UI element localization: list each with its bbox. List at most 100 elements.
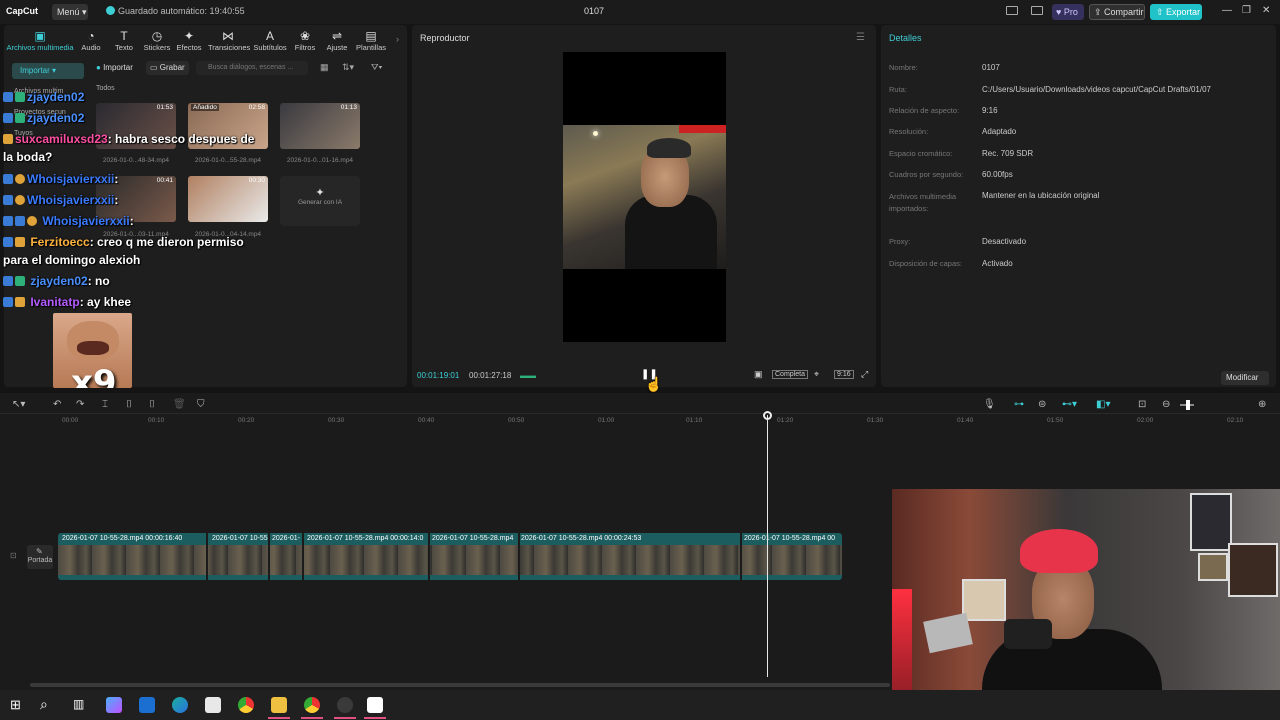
link-icon[interactable]: ⊶	[1014, 399, 1024, 410]
undo-icon[interactable]: ↶	[53, 399, 61, 410]
modify-button[interactable]: Modificar	[1221, 371, 1269, 385]
playhead[interactable]	[767, 415, 768, 677]
split-icon[interactable]: ⌶	[102, 399, 108, 410]
zoom-in-icon[interactable]: ⊕	[1258, 399, 1266, 410]
tab-text[interactable]: T Texto	[107, 29, 141, 52]
transition-icon: ⋈	[222, 29, 234, 43]
search-input[interactable]: Busca diálogos, escenas ...	[196, 61, 308, 75]
restore-icon[interactable]: ❐	[1242, 5, 1251, 16]
delete-icon[interactable]: 🗑	[173, 399, 186, 410]
side-import-button[interactable]: Importar ▾	[12, 63, 84, 79]
trim-left-icon[interactable]: ⌷	[126, 399, 132, 410]
chevron-right-icon[interactable]: ›	[396, 34, 399, 44]
generate-ai-button[interactable]: ✦ Generar con IA	[280, 176, 360, 226]
camera-icon: ▭	[150, 63, 158, 72]
badge-icon	[15, 113, 25, 123]
cover-button[interactable]: ✎ Portada	[27, 545, 53, 569]
menu-icon[interactable]: ☰	[856, 32, 865, 43]
zoom-out-icon[interactable]: ⊖	[1162, 399, 1170, 410]
badge-icon	[3, 237, 13, 247]
fullscreen-icon[interactable]: ⤢	[861, 369, 868, 380]
tab-subtitles[interactable]: A Subtítulos	[252, 29, 288, 52]
plus-icon: ●	[96, 63, 101, 72]
import-button[interactable]: ● Importar	[92, 61, 137, 75]
shoe-box	[923, 612, 973, 654]
quality-button[interactable]: Completa	[772, 370, 808, 379]
magnet-icon[interactable]: ⊜	[1038, 399, 1046, 410]
zoom-slider[interactable]	[1180, 400, 1194, 410]
clip-label[interactable]: 2026-01-	[272, 535, 300, 542]
pro-button[interactable]: ♥ Pro	[1052, 4, 1084, 20]
detail-label: Cuadros por segundo:	[889, 170, 964, 179]
shield-icon[interactable]: ⛉	[197, 399, 205, 410]
minimize-icon[interactable]: —	[1222, 5, 1232, 16]
tab-stickers[interactable]: ◷ Stickers	[140, 29, 174, 52]
search-icon[interactable]: ⌕	[40, 696, 48, 713]
layout-icon[interactable]	[1006, 6, 1018, 15]
store-icon[interactable]	[205, 697, 221, 713]
grid-view-icon[interactable]: ▦	[320, 62, 329, 73]
file-explorer-icon[interactable]	[271, 697, 287, 713]
text-icon: T	[120, 29, 128, 43]
outlook-icon[interactable]	[139, 697, 155, 713]
preview-axis-icon[interactable]: ◧▾	[1096, 399, 1110, 410]
tab-templates[interactable]: ▤ Plantillas	[354, 29, 388, 52]
chrome-icon[interactable]	[304, 697, 320, 713]
emote-text: x9	[71, 363, 117, 388]
media-thumbnail[interactable]: 00:30	[188, 176, 268, 222]
detail-label: Espacio cromático:	[889, 149, 953, 158]
snap-icon[interactable]: ⊷▾	[1062, 399, 1077, 410]
media-thumbnail[interactable]: 01:13	[280, 103, 360, 149]
sort-icon[interactable]: ⇅▾	[342, 62, 354, 73]
clip-label[interactable]: 2026-01-07 10-55-28.mp4 00:00:14:0	[307, 535, 423, 542]
clip-label[interactable]: 2026-01-07 10-55-28.mp4	[432, 535, 513, 542]
menu-button[interactable]: Menú ▾	[52, 4, 88, 20]
clip-label[interactable]: 2026-01-07 10-55-28.mp4 00	[744, 535, 835, 542]
obs-icon[interactable]	[337, 697, 353, 713]
document-title: 0107	[584, 6, 605, 16]
detail-value: Activado	[982, 259, 1013, 268]
tab-filters[interactable]: ❀ Filtros	[288, 29, 322, 52]
tab-media[interactable]: ▣ Archivos multimedia	[6, 29, 74, 52]
player-panel: Reproductor ☰ 00:01:19:01 00:01:27:18 ▬▬…	[412, 25, 876, 387]
filter-icon: ❀	[299, 29, 311, 43]
filter-all[interactable]: Todos	[96, 85, 115, 92]
close-icon[interactable]: ✕	[1262, 5, 1270, 16]
share-button[interactable]: ⇪ Compartir	[1089, 4, 1145, 20]
microphone-icon[interactable]: 🎙	[983, 399, 996, 410]
tab-transitions[interactable]: ⋈ Transiciones	[208, 29, 250, 52]
clip-label[interactable]: 2026-01-07 10-55	[212, 535, 268, 542]
detail-value: Rec. 709 SDR	[982, 149, 1034, 158]
crop-icon[interactable]: ▣	[754, 369, 763, 380]
export-button[interactable]: ⇧ Exportar	[1150, 4, 1202, 20]
chat-message: Whoisjavierxxii:	[3, 193, 118, 207]
edge-icon[interactable]	[172, 697, 188, 713]
video-preview[interactable]	[563, 52, 726, 342]
clip-label[interactable]: 2026-01-07 10-55-28.mp4 00:00:16:40	[62, 535, 182, 542]
video-track[interactable]: 2026-01-07 10-55-28.mp4 00:00:16:40 2026…	[58, 533, 842, 580]
record-button[interactable]: ▭ Grabar	[146, 61, 189, 75]
caption-icon[interactable]: ⊡	[1138, 399, 1146, 410]
app-logo: CapCut	[6, 6, 38, 16]
windows-start-icon[interactable]: ⊞	[10, 697, 21, 713]
trim-right-icon[interactable]: ⌷	[149, 399, 155, 410]
tab-adjust[interactable]: ⇌ Ajuste	[320, 29, 354, 52]
clip-label[interactable]: 2026-01-07 10-55-28.mp4 00:00:24:53	[521, 535, 641, 542]
shortcuts-icon[interactable]	[1031, 6, 1043, 15]
aspect-ratio-button[interactable]: 9:16	[834, 370, 854, 379]
capcut-icon[interactable]	[367, 697, 383, 713]
redo-icon[interactable]: ↷	[76, 399, 84, 410]
select-tool-icon[interactable]: ↖▾	[12, 399, 25, 410]
tab-audio[interactable]: ◔ Audio	[74, 29, 108, 52]
video-frame-image	[563, 125, 726, 269]
horizontal-scrollbar[interactable]	[30, 683, 890, 687]
task-view-icon[interactable]: ▥	[73, 697, 84, 711]
chrome-icon[interactable]	[238, 697, 254, 713]
filter-funnel-icon[interactable]: ⛛▾	[371, 62, 382, 73]
wall-poster	[962, 579, 1006, 621]
track-lock-icon[interactable]: ⊡	[10, 551, 17, 560]
copilot-icon[interactable]	[106, 697, 122, 713]
chat-message: Whoisjavierxxii:	[3, 214, 134, 228]
tab-effects[interactable]: ✦ Efectos	[172, 29, 206, 52]
focus-icon[interactable]: ⌖	[814, 369, 819, 380]
